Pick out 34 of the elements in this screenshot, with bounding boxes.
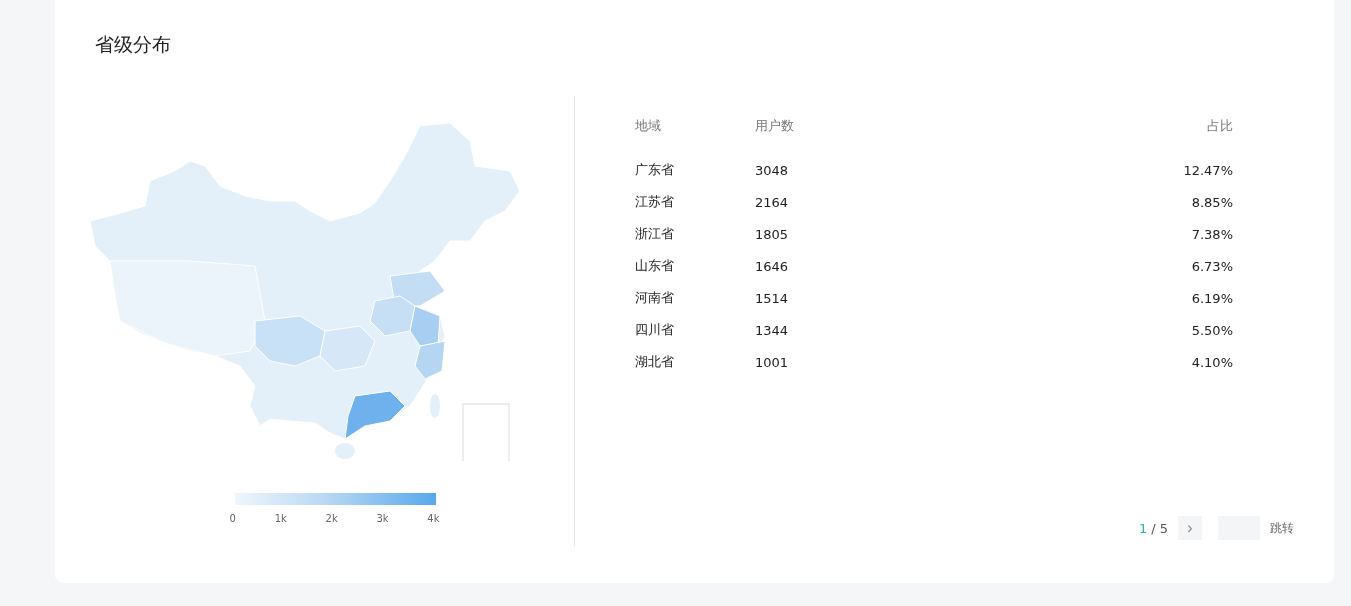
table-cell-text: 1805 xyxy=(755,226,790,242)
table-cell-text: 1344 xyxy=(755,322,790,338)
table-cell-text: 河南省 xyxy=(635,289,675,307)
page-total: / 5 xyxy=(1151,520,1168,536)
table-cell-text: 1646 xyxy=(755,258,790,274)
table-cell-text: 湖北省 xyxy=(635,353,675,371)
table-cell: 12.47% xyxy=(1183,162,1233,178)
table-cell: 6.19% xyxy=(1191,290,1233,306)
column-header: 地域 xyxy=(635,117,662,135)
current-page: 1 xyxy=(1138,520,1148,536)
card-title: 省级分布 xyxy=(95,32,172,57)
table-cell-text: 广东省 xyxy=(635,161,675,179)
table-cell-text: 四川省 xyxy=(635,321,675,339)
table-cell-text: 2164 xyxy=(755,194,790,210)
table-cell: 6.73% xyxy=(1191,258,1233,274)
table-cell: 4.10% xyxy=(1191,354,1233,370)
table-cell-text: 山东省 xyxy=(635,257,675,275)
column-header: 用户数 xyxy=(755,117,795,135)
table-cell: 7.38% xyxy=(1191,226,1233,242)
scale-label: 0 xyxy=(229,513,236,524)
table-cell: 8.85% xyxy=(1191,194,1233,210)
table-cell-text: 江苏省 xyxy=(635,193,675,211)
next-page-button[interactable]: › xyxy=(1178,516,1202,540)
table-cell: 5.50% xyxy=(1191,322,1233,338)
scale-label: 2k xyxy=(325,513,338,524)
table-cell-text: 浙江省 xyxy=(635,225,675,243)
scale-label: 3k xyxy=(376,513,389,524)
scale-label: 4k xyxy=(427,513,440,524)
table-cell-text: 3048 xyxy=(755,162,790,178)
table-cell-text: 1514 xyxy=(755,290,790,306)
scale-label: 1k xyxy=(274,513,287,524)
column-header: 占比 xyxy=(1207,117,1233,135)
jump-link[interactable]: 跳转 xyxy=(1270,519,1294,537)
table-cell-text: 1001 xyxy=(755,354,790,370)
